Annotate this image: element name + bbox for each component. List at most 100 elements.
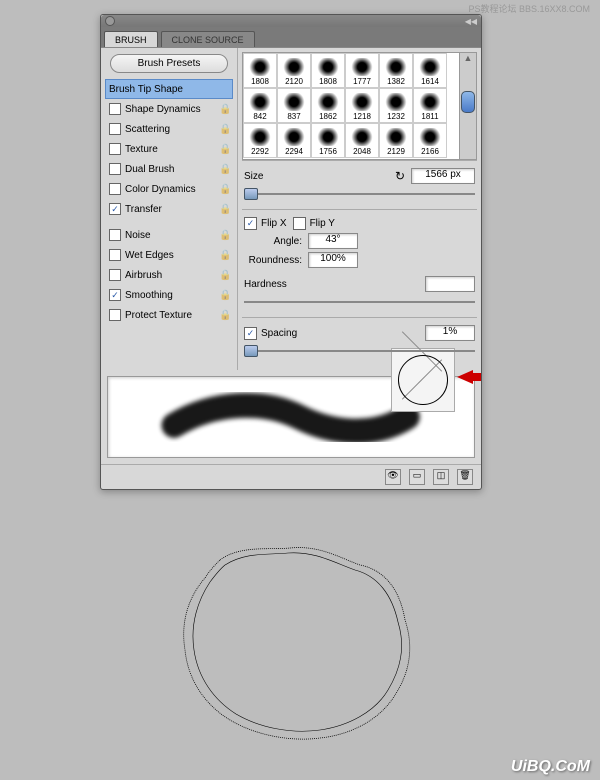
brush-size-label: 1756: [319, 147, 337, 156]
brush-grid[interactable]: 1808212018081777138216148428371862121812…: [242, 52, 477, 160]
brush-presets-button[interactable]: Brush Presets: [110, 54, 228, 73]
brush-preset[interactable]: 1811: [413, 88, 447, 123]
hardness-slider[interactable]: [244, 295, 475, 309]
brush-thumb: [282, 128, 306, 146]
sidebar-item-smoothing[interactable]: ✓Smoothing🔒: [105, 285, 233, 305]
checkbox-icon[interactable]: [109, 143, 121, 155]
brush-size-label: 1218: [353, 112, 371, 121]
sidebar-item-noise[interactable]: Noise🔒: [105, 225, 233, 245]
lock-icon[interactable]: 🔒: [219, 164, 229, 174]
brush-size-label: 1811: [421, 112, 438, 121]
lock-icon[interactable]: 🔒: [219, 310, 229, 320]
brush-preset[interactable]: 1756: [311, 123, 345, 158]
lock-icon[interactable]: 🔒: [219, 204, 229, 214]
spacing-checkbox[interactable]: ✓: [244, 327, 257, 340]
brush-preset[interactable]: 2294: [277, 123, 311, 158]
brush-preset[interactable]: 2292: [243, 123, 277, 158]
sidebar-item-scattering[interactable]: Scattering🔒: [105, 119, 233, 139]
size-input[interactable]: 1566 px: [411, 168, 475, 184]
brush-thumb: [384, 93, 408, 111]
sidebar: Brush Presets Brush Tip ShapeShape Dynam…: [101, 48, 238, 370]
hardness-input[interactable]: [425, 276, 475, 292]
close-icon[interactable]: [105, 16, 115, 26]
roundness-label: Roundness:: [244, 255, 302, 266]
checkbox-icon[interactable]: [109, 249, 121, 261]
brush-thumb: [282, 58, 306, 76]
sidebar-item-brush-tip-shape[interactable]: Brush Tip Shape: [105, 79, 233, 99]
lock-icon[interactable]: 🔒: [219, 184, 229, 194]
checkbox-icon[interactable]: ✓: [109, 289, 121, 301]
collapse-icon[interactable]: ◀◀: [465, 17, 477, 26]
brush-preset[interactable]: 1808: [243, 53, 277, 88]
checkbox-icon[interactable]: [109, 269, 121, 281]
sidebar-item-airbrush[interactable]: Airbrush🔒: [105, 265, 233, 285]
panel-footer: 👁 ▭ ◫ 🗑: [101, 464, 481, 489]
brush-thumb: [384, 128, 408, 146]
trash-icon[interactable]: 🗑: [457, 469, 473, 485]
spacing-slider[interactable]: [244, 344, 475, 358]
brush-preset[interactable]: 1614: [413, 53, 447, 88]
scroll-thumb[interactable]: [461, 91, 475, 113]
watermark-top: PS教程论坛 BBS.16XX8.COM: [468, 2, 590, 15]
panel-titlebar[interactable]: ◀◀: [101, 15, 481, 27]
dock-icon[interactable]: ▭: [409, 469, 425, 485]
flipx-label: Flip X: [261, 218, 287, 229]
brush-preset[interactable]: 1777: [345, 53, 379, 88]
sidebar-item-transfer[interactable]: ✓Transfer🔒: [105, 199, 233, 219]
sidebar-item-protect-texture[interactable]: Protect Texture🔒: [105, 305, 233, 325]
brush-preset[interactable]: 2166: [413, 123, 447, 158]
checkbox-icon[interactable]: ✓: [109, 203, 121, 215]
lock-icon[interactable]: 🔒: [219, 104, 229, 114]
brush-grid-scrollbar[interactable]: ▲: [459, 52, 477, 160]
brush-preset[interactable]: 1218: [345, 88, 379, 123]
lock-icon[interactable]: 🔒: [219, 270, 229, 280]
tab-bar: BRUSH CLONE SOURCE: [101, 27, 481, 47]
checkbox-icon[interactable]: [109, 229, 121, 241]
flipy-checkbox[interactable]: [293, 217, 306, 230]
tab-brush[interactable]: BRUSH: [104, 31, 158, 47]
sidebar-item-texture[interactable]: Texture 🔒: [105, 139, 233, 159]
brush-preset[interactable]: 1862: [311, 88, 345, 123]
sidebar-item-shape-dynamics[interactable]: Shape Dynamics🔒: [105, 99, 233, 119]
tab-clone-source[interactable]: CLONE SOURCE: [161, 31, 255, 47]
angle-input[interactable]: 43°: [308, 233, 358, 249]
brush-preset[interactable]: 2129: [379, 123, 413, 158]
brush-panel: ◀◀ BRUSH CLONE SOURCE Brush Presets Brus…: [100, 14, 482, 490]
brush-preset[interactable]: 1808: [311, 53, 345, 88]
brush-thumb: [316, 58, 340, 76]
sidebar-item-color-dynamics[interactable]: Color Dynamics🔒: [105, 179, 233, 199]
lock-icon[interactable]: 🔒: [219, 124, 229, 134]
lock-icon[interactable]: 🔒: [219, 290, 229, 300]
reset-size-icon[interactable]: ↻: [395, 169, 405, 183]
lock-icon[interactable]: 🔒: [219, 230, 229, 240]
size-slider[interactable]: [244, 187, 475, 201]
toggle-preview-icon[interactable]: 👁: [385, 469, 401, 485]
sidebar-item-label: Wet Edges: [125, 250, 174, 261]
checkbox-icon[interactable]: [109, 123, 121, 135]
sidebar-item-label: Texture: [125, 144, 158, 155]
brush-preset[interactable]: 842: [243, 88, 277, 123]
roundness-input[interactable]: 100%: [308, 252, 358, 268]
checkbox-icon[interactable]: [109, 163, 121, 175]
brush-thumb: [418, 93, 442, 111]
lock-icon[interactable]: 🔒: [219, 250, 229, 260]
brush-size-label: 2129: [387, 147, 405, 156]
checkbox-icon[interactable]: [109, 183, 121, 195]
checkbox-icon[interactable]: [109, 309, 121, 321]
checkbox-icon[interactable]: [109, 103, 121, 115]
brush-size-label: 1808: [251, 77, 269, 86]
brush-preset[interactable]: 1382: [379, 53, 413, 88]
sidebar-item-label: Dual Brush: [125, 164, 174, 175]
brush-preset[interactable]: 1232: [379, 88, 413, 123]
lock-icon[interactable]: 🔒: [219, 144, 229, 154]
flipx-checkbox[interactable]: ✓: [244, 217, 257, 230]
scroll-up-icon[interactable]: ▲: [464, 53, 473, 63]
brush-preset[interactable]: 2048: [345, 123, 379, 158]
brush-preset[interactable]: 837: [277, 88, 311, 123]
brush-preset[interactable]: 2120: [277, 53, 311, 88]
spacing-input[interactable]: 1%: [425, 325, 475, 341]
brush-size-label: 1382: [387, 77, 405, 86]
new-brush-icon[interactable]: ◫: [433, 469, 449, 485]
sidebar-item-dual-brush[interactable]: Dual Brush 🔒: [105, 159, 233, 179]
sidebar-item-wet-edges[interactable]: Wet Edges 🔒: [105, 245, 233, 265]
